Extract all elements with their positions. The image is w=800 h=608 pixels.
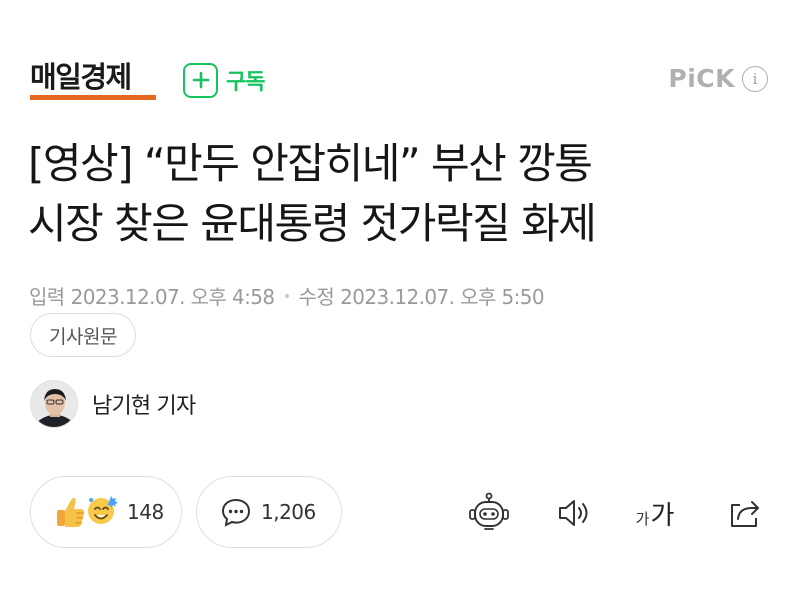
font-size-icon: 가가 bbox=[636, 495, 675, 532]
article-headline: [영상] “만두 안잡히네” 부산 깡통 시장 찾은 윤대통령 젓가락질 화제 bbox=[28, 134, 768, 254]
edit-label: 수정 bbox=[298, 285, 335, 309]
input-time: 2023.12.07. 오후 4:58 bbox=[70, 285, 276, 309]
share-icon bbox=[731, 501, 759, 527]
comment-button[interactable]: 1,206 bbox=[196, 476, 342, 548]
like-count: 148 bbox=[127, 500, 164, 524]
press-logo[interactable]: 매일경제 bbox=[30, 60, 156, 100]
robot-summary-icon bbox=[469, 492, 509, 530]
share-button[interactable] bbox=[722, 486, 766, 540]
speaker-icon bbox=[559, 500, 588, 526]
font-size-large-label: 가 bbox=[650, 500, 675, 531]
summary-button[interactable] bbox=[464, 486, 514, 540]
input-label: 입력 bbox=[29, 285, 65, 309]
press-logo-underline bbox=[30, 95, 156, 100]
reporter-link[interactable]: 남기현 기자 bbox=[30, 380, 196, 428]
edit-time: 2023.12.07. 오후 5:50 bbox=[340, 285, 545, 309]
reporter-name: 남기현 기자 bbox=[92, 394, 196, 419]
plus-icon bbox=[183, 62, 218, 98]
article-tools: 가가 bbox=[464, 486, 776, 540]
press-logo-text: 매일경제 bbox=[30, 60, 132, 94]
separator-dot bbox=[284, 293, 289, 298]
info-icon[interactable]: i bbox=[742, 65, 768, 92]
reaction-emoji-icon bbox=[53, 492, 123, 532]
comment-count: 1,206 bbox=[261, 500, 316, 524]
pick-label: PiCK bbox=[668, 64, 735, 93]
headline-line-1: [영상] “만두 안잡히네” 부산 깡통 bbox=[28, 139, 593, 188]
subscribe-label: 구독 bbox=[226, 70, 265, 95]
subscribe-button[interactable]: 구독 bbox=[183, 62, 265, 98]
reaction-button[interactable]: 148 bbox=[30, 476, 182, 548]
reporter-avatar bbox=[30, 380, 78, 428]
article-timestamps: 입력 2023.12.07. 오후 4:58 수정 2023.12.07. 오후… bbox=[29, 281, 545, 310]
headline-line-2: 시장 찾은 윤대통령 젓가락질 화제 bbox=[28, 199, 597, 248]
original-article-button[interactable]: 기사원문 bbox=[30, 313, 136, 357]
comment-icon bbox=[221, 498, 251, 527]
press-header: 매일경제 구독 PiCK i bbox=[28, 56, 772, 106]
text-to-speech-button[interactable] bbox=[552, 486, 596, 540]
font-size-button[interactable]: 가가 bbox=[630, 486, 680, 540]
font-size-small-label: 가 bbox=[635, 509, 650, 528]
pick-badge[interactable]: PiCK i bbox=[668, 64, 768, 93]
